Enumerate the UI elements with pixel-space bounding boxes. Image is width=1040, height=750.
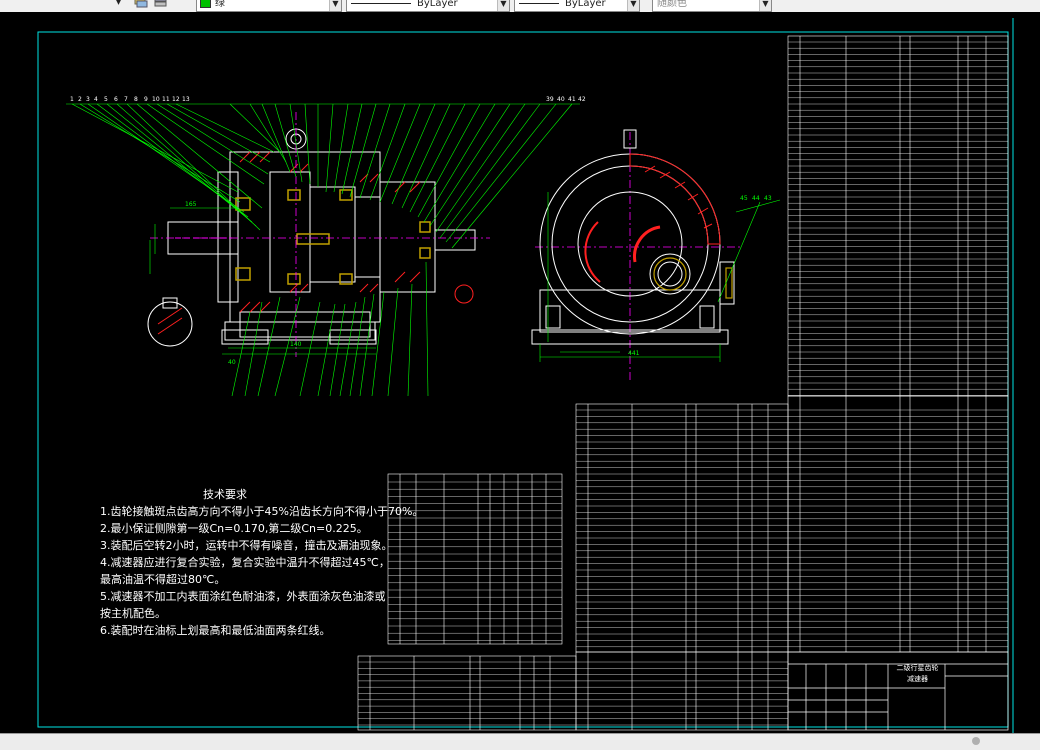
drawing-canvas[interactable]: 165 140 40 1234 5678 9 10 11 12 13 39 40 41 42: [0, 12, 1040, 733]
balloon-numbers-top: 1234 5678 9 10 11 12 13 39 40 41 42: [70, 96, 586, 103]
color-control[interactable]: 绿 ▼: [196, 0, 342, 12]
svg-text:11: 11: [162, 96, 170, 103]
svg-text:441: 441: [628, 350, 640, 357]
svg-text:6: 6: [114, 96, 118, 103]
svg-text:7: 7: [124, 96, 128, 103]
parts-list-lower-rows: [576, 409, 1008, 647]
note-line-4: 4.减速器应进行复合实验，复合实验中温升不得超过45℃，: [100, 556, 390, 569]
parts-list-bottom: [357, 651, 789, 731]
lineweight-control[interactable]: ByLayer ▼: [514, 0, 640, 12]
status-bar: [0, 733, 1040, 750]
linetype-preview: [351, 2, 411, 4]
side-view-hatch: [584, 153, 721, 283]
toolbar-dropdown-arrow[interactable]: ▾: [116, 0, 121, 10]
layer-previous-icon[interactable]: [154, 0, 168, 10]
svg-text:9: 9: [144, 96, 148, 103]
note-line-5: 最高油温不得超过80℃。: [100, 573, 226, 586]
front-section-view: [147, 128, 476, 347]
color-name: 绿: [215, 0, 225, 9]
note-line-7: 按主机配色。: [100, 607, 166, 620]
linetype-control[interactable]: ByLayer ▼: [346, 0, 510, 12]
drawing-title-line2: 减速器: [907, 675, 928, 683]
note-line-6: 5.减速器不加工内表面涂红色耐油漆，外表面涂灰色油漆或: [100, 590, 386, 603]
lineweight-preview: [519, 2, 559, 4]
note-line-2: 2.最小保证侧隙第一级Cn=0.170,第二级Cn=0.225。: [100, 522, 368, 535]
plotstyle-control[interactable]: 随颜色 ▼: [652, 0, 772, 12]
dimensions-front: [149, 207, 376, 355]
plotstyle-name: 随颜色: [657, 0, 687, 9]
note-line-1: 1.齿轮接触斑点齿高方向不得小于45%沿齿长方向不得小于70%。: [100, 505, 424, 518]
chevron-down-icon[interactable]: ▼: [329, 0, 341, 11]
svg-text:4: 4: [94, 96, 98, 103]
dimension-texts-front: 165 140 40: [185, 201, 302, 366]
layer-state-icon[interactable]: [134, 0, 148, 10]
leader-lines-top: [71, 103, 573, 249]
svg-text:12: 12: [172, 96, 180, 103]
svg-text:42: 42: [578, 96, 586, 103]
gear-parameter-table: [387, 473, 563, 645]
svg-text:44: 44: [752, 195, 760, 202]
side-view: [531, 129, 735, 345]
color-swatch: [200, 0, 211, 8]
svg-text:2: 2: [78, 96, 82, 103]
drawing-title: 二级行星齿轮 减速器: [890, 663, 945, 685]
svg-text:1: 1: [70, 96, 74, 103]
svg-text:5: 5: [104, 96, 108, 103]
parts-list-upper: [787, 35, 1009, 397]
svg-text:39: 39: [546, 96, 554, 103]
dimension-texts-side: 441 45 44 43: [628, 195, 772, 357]
svg-text:10: 10: [152, 96, 160, 103]
svg-text:40: 40: [228, 359, 236, 366]
svg-text:140: 140: [290, 341, 302, 348]
notes-title: 技术要求: [203, 488, 247, 501]
svg-text:45: 45: [740, 195, 748, 202]
svg-text:3: 3: [86, 96, 90, 103]
parts-list-upper-rows: [788, 41, 1008, 396]
parts-list-lower: [575, 395, 1009, 653]
chevron-down-icon[interactable]: ▼: [627, 0, 639, 11]
note-line-8: 6.装配时在油标上划最高和最低油面两条红线。: [100, 624, 331, 637]
chevron-down-icon[interactable]: ▼: [497, 0, 509, 11]
svg-text:8: 8: [134, 96, 138, 103]
svg-text:43: 43: [764, 195, 772, 202]
lineweight-name: ByLayer: [565, 0, 606, 9]
parts-list-bottom-rows: [358, 661, 788, 726]
svg-text:13: 13: [182, 96, 190, 103]
svg-text:165: 165: [185, 201, 197, 208]
chevron-down-icon[interactable]: ▼: [759, 0, 771, 11]
svg-text:40: 40: [557, 96, 565, 103]
linetype-name: ByLayer: [417, 0, 458, 9]
svg-text:41: 41: [568, 96, 576, 103]
note-line-3: 3.装配后空转2小时，运转中不得有噪音，撞击及漏油现象。: [100, 539, 393, 552]
bearings: [235, 189, 431, 285]
drawing-title-line1: 二级行星齿轮: [896, 664, 939, 672]
status-indicator-icon: [972, 737, 980, 745]
dimensions-side: [539, 192, 781, 362]
technical-requirements: 技术要求 1.齿轮接触斑点齿高方向不得小于45%沿齿长方向不得小于70%。 2.…: [100, 486, 424, 639]
